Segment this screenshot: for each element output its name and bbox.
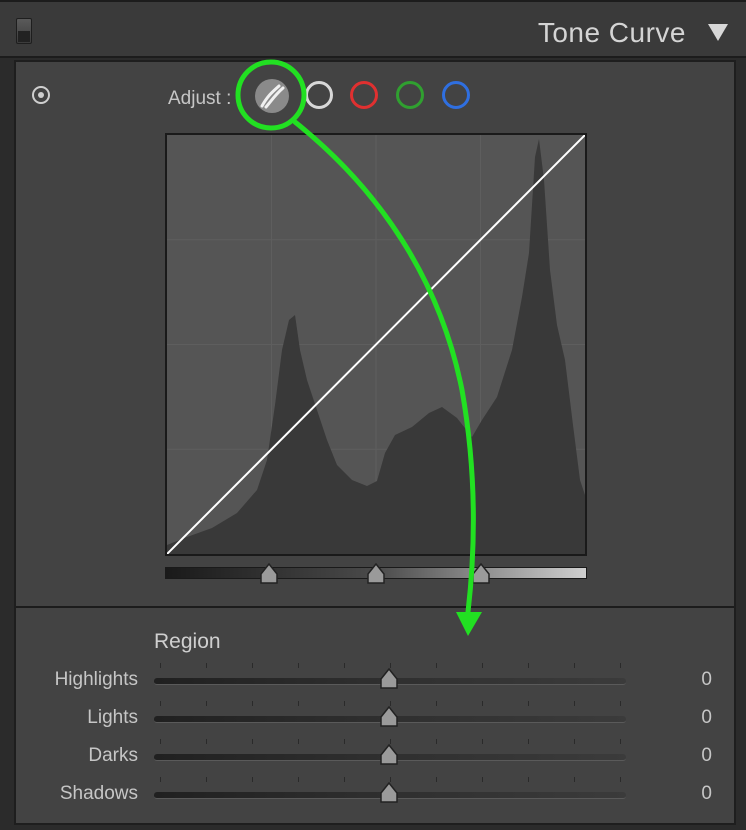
slider-tick bbox=[160, 777, 161, 782]
slider-tick bbox=[298, 663, 299, 668]
slider-tick bbox=[482, 663, 483, 668]
region-heading: Region bbox=[154, 630, 221, 653]
tone-curve-panel: Adjust : Region Highlights 0 Lights 0 Da… bbox=[14, 60, 736, 825]
slider-tick bbox=[298, 739, 299, 744]
slider-tick bbox=[390, 701, 391, 706]
red-channel-button[interactable] bbox=[350, 81, 378, 109]
split-point-shadows-thumb[interactable] bbox=[259, 563, 279, 585]
slider-tick bbox=[252, 663, 253, 668]
slider-tick bbox=[620, 739, 621, 744]
lights-slider-thumb[interactable] bbox=[379, 706, 399, 728]
panel-header[interactable]: Tone Curve bbox=[0, 0, 746, 58]
slider-tick bbox=[390, 663, 391, 668]
green-channel-button[interactable] bbox=[396, 81, 424, 109]
collapse-triangle-icon[interactable] bbox=[708, 24, 728, 41]
slider-tick bbox=[482, 777, 483, 782]
slider-tick bbox=[344, 777, 345, 782]
slider-tick bbox=[160, 663, 161, 668]
slider-tick bbox=[252, 777, 253, 782]
lights-value[interactable]: 0 bbox=[688, 707, 712, 729]
parametric-curve-button[interactable] bbox=[255, 79, 289, 113]
slider-tick bbox=[482, 701, 483, 706]
split-point-midtones-thumb[interactable] bbox=[366, 563, 386, 585]
shadows-value[interactable]: 0 bbox=[688, 783, 712, 805]
darks-value[interactable]: 0 bbox=[688, 745, 712, 767]
shadows-label: Shadows bbox=[59, 783, 138, 804]
point-curve-rgb-button[interactable] bbox=[305, 81, 333, 109]
slider-tick bbox=[620, 701, 621, 706]
slider-tick bbox=[620, 777, 621, 782]
slider-tick bbox=[528, 739, 529, 744]
slider-tick bbox=[206, 701, 207, 706]
darks-label: Darks bbox=[88, 745, 138, 766]
slider-tick bbox=[390, 739, 391, 744]
tone-curve-graph[interactable] bbox=[165, 133, 587, 556]
slider-tick bbox=[252, 701, 253, 706]
slider-tick bbox=[436, 663, 437, 668]
slider-tick bbox=[436, 701, 437, 706]
highlights-slider-thumb[interactable] bbox=[379, 668, 399, 690]
adjust-label: Adjust : bbox=[168, 88, 232, 109]
slider-tick bbox=[344, 701, 345, 706]
darks-slider-thumb[interactable] bbox=[379, 744, 399, 766]
slider-tick bbox=[390, 777, 391, 782]
slider-tick bbox=[298, 777, 299, 782]
slider-tick bbox=[344, 663, 345, 668]
split-point-highlights-thumb[interactable] bbox=[471, 563, 491, 585]
slider-tick bbox=[206, 663, 207, 668]
blue-channel-button[interactable] bbox=[442, 81, 470, 109]
slider-tick bbox=[528, 777, 529, 782]
targeted-adjustment-icon[interactable] bbox=[32, 86, 50, 104]
slider-tick bbox=[436, 739, 437, 744]
slider-tick bbox=[574, 739, 575, 744]
slider-tick bbox=[574, 663, 575, 668]
highlights-value[interactable]: 0 bbox=[688, 669, 712, 691]
slider-tick bbox=[436, 777, 437, 782]
slider-tick bbox=[298, 701, 299, 706]
slider-tick bbox=[528, 663, 529, 668]
slider-tick bbox=[206, 777, 207, 782]
slider-tick bbox=[528, 701, 529, 706]
slider-tick bbox=[482, 739, 483, 744]
slider-tick bbox=[160, 701, 161, 706]
parametric-curve-icon bbox=[260, 84, 285, 109]
panel-toggle-switch[interactable] bbox=[16, 18, 32, 44]
section-divider bbox=[16, 606, 734, 608]
highlights-label: Highlights bbox=[54, 669, 138, 690]
slider-tick bbox=[252, 739, 253, 744]
lights-label: Lights bbox=[87, 707, 138, 728]
slider-tick bbox=[160, 739, 161, 744]
slider-tick bbox=[574, 701, 575, 706]
histogram-and-curve bbox=[166, 134, 586, 555]
slider-tick bbox=[344, 739, 345, 744]
slider-tick bbox=[574, 777, 575, 782]
shadows-slider-thumb[interactable] bbox=[379, 782, 399, 804]
slider-tick bbox=[620, 663, 621, 668]
slider-tick bbox=[206, 739, 207, 744]
panel-title: Tone Curve bbox=[537, 17, 686, 48]
